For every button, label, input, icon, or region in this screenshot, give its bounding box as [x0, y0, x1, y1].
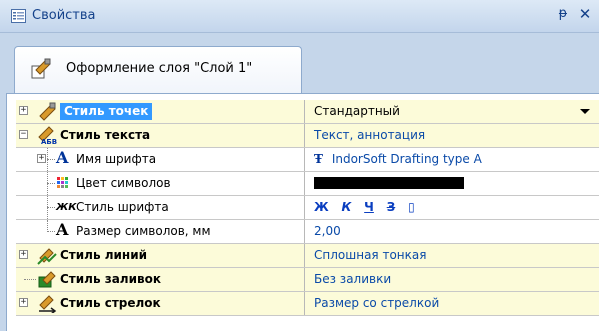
point-style-icon — [39, 102, 56, 121]
expand-icon[interactable]: + — [19, 106, 28, 115]
text-size-icon: A — [56, 220, 69, 239]
title-bar: Свойства ᵽ ✕ — [0, 0, 599, 33]
property-name-cell: + A Имя шрифта — [16, 148, 305, 171]
tree-line — [47, 231, 55, 232]
close-button[interactable]: ✕ — [577, 5, 593, 23]
pin-button[interactable]: ᵽ — [555, 6, 571, 24]
svg-text:АБВ: АБВ — [41, 138, 57, 145]
tree-line — [47, 183, 55, 184]
property-label: Стиль текста — [60, 128, 151, 142]
window-title: Свойства — [32, 8, 96, 23]
property-value[interactable]: Текст, аннотация — [305, 124, 599, 147]
underline-button[interactable]: Ч — [364, 196, 374, 219]
tree-line — [47, 159, 55, 160]
font-name-icon: A — [56, 148, 69, 167]
collapse-icon[interactable]: − — [19, 130, 28, 139]
property-row-line-style[interactable]: + Стиль линий Сплошная тонкая — [16, 244, 599, 268]
property-label: Стиль точек — [60, 103, 153, 120]
frame-button[interactable]: ▯ — [408, 196, 415, 219]
property-name-cell: Стиль заливок — [16, 268, 305, 291]
fill-style-icon — [38, 271, 56, 288]
expand-icon[interactable]: + — [19, 298, 28, 307]
tab-label: Оформление слоя "Слой 1" — [66, 61, 253, 76]
property-value[interactable]: Без заливки — [305, 268, 599, 291]
property-name-cell: Цвет символов — [16, 172, 305, 195]
italic-button[interactable]: К — [342, 196, 352, 219]
property-value[interactable]: Размер со стрелкой — [305, 292, 599, 315]
property-name-cell: ЖК Стиль шрифта — [16, 196, 305, 219]
tree-line — [47, 207, 55, 208]
property-row-font-style[interactable]: ЖК Стиль шрифта Ж К Ч З ▯ — [16, 196, 599, 220]
dropdown-value: Стандартный — [314, 104, 400, 118]
property-name-cell: A Размер символов, мм — [16, 220, 305, 243]
expand-icon[interactable]: + — [19, 250, 28, 259]
bold-button[interactable]: Ж — [314, 196, 329, 219]
line-style-icon — [37, 248, 57, 265]
property-label: Стиль линий — [60, 248, 148, 262]
property-label: Стиль стрелок — [60, 296, 161, 310]
expand-icon[interactable]: + — [37, 154, 46, 163]
property-label: Стиль шрифта — [76, 200, 169, 214]
property-row-symbol-size[interactable]: A Размер символов, мм 2,00 — [16, 220, 599, 244]
property-row-symbol-color[interactable]: Цвет символов — [16, 172, 599, 196]
point-style-dropdown[interactable]: Стандартный — [305, 100, 599, 123]
properties-window-icon — [11, 9, 26, 23]
font-style-icon: ЖК — [56, 202, 77, 213]
property-row-point-style[interactable]: + Стиль точек Стандартный — [16, 100, 599, 124]
property-name-cell: + Стиль стрелок — [16, 292, 305, 315]
tree-line — [24, 279, 36, 280]
property-row-text-style[interactable]: − АБВ Стиль текста Текст, аннотация — [16, 124, 599, 148]
property-value[interactable]: Сплошная тонкая — [305, 244, 599, 267]
symbol-color-value[interactable] — [305, 172, 599, 195]
property-grid: + Стиль точек Стандартный − АБВ Стиль те… — [16, 100, 599, 316]
property-row-arrow-style[interactable]: + Стиль стрелок Размер со стрелкой — [16, 292, 599, 316]
property-label: Цвет символов — [76, 176, 171, 190]
property-row-font-name[interactable]: + A Имя шрифта Ŧ IndorSoft Drafting type… — [16, 148, 599, 172]
font-name-value[interactable]: Ŧ IndorSoft Drafting type A — [305, 148, 599, 171]
color-swatch — [314, 177, 464, 189]
property-grid-panel: + Стиль точек Стандартный − АБВ Стиль те… — [6, 93, 599, 331]
property-name-cell: − АБВ Стиль текста — [16, 124, 305, 147]
tab-layer-style[interactable]: Оформление слоя "Слой 1" — [14, 46, 302, 93]
property-value: IndorSoft Drafting type A — [331, 152, 482, 166]
chevron-down-icon[interactable] — [580, 109, 590, 114]
property-label: Стиль заливок — [60, 272, 161, 286]
property-value[interactable]: 2,00 — [305, 220, 599, 243]
property-label: Имя шрифта — [76, 152, 157, 166]
layer-style-icon — [31, 58, 51, 79]
arrow-style-icon — [39, 295, 57, 313]
strikethrough-button[interactable]: З — [387, 196, 396, 219]
property-name-cell: + Стиль точек — [16, 100, 305, 123]
font-style-value: Ж К Ч З ▯ — [305, 196, 599, 219]
truetype-font-icon: Ŧ — [314, 152, 323, 166]
property-label: Размер символов, мм — [76, 224, 211, 238]
property-name-cell: + Стиль линий — [16, 244, 305, 267]
property-row-fill-style[interactable]: Стиль заливок Без заливки — [16, 268, 599, 292]
text-style-icon: АБВ — [38, 126, 57, 145]
color-palette-icon — [57, 177, 68, 188]
